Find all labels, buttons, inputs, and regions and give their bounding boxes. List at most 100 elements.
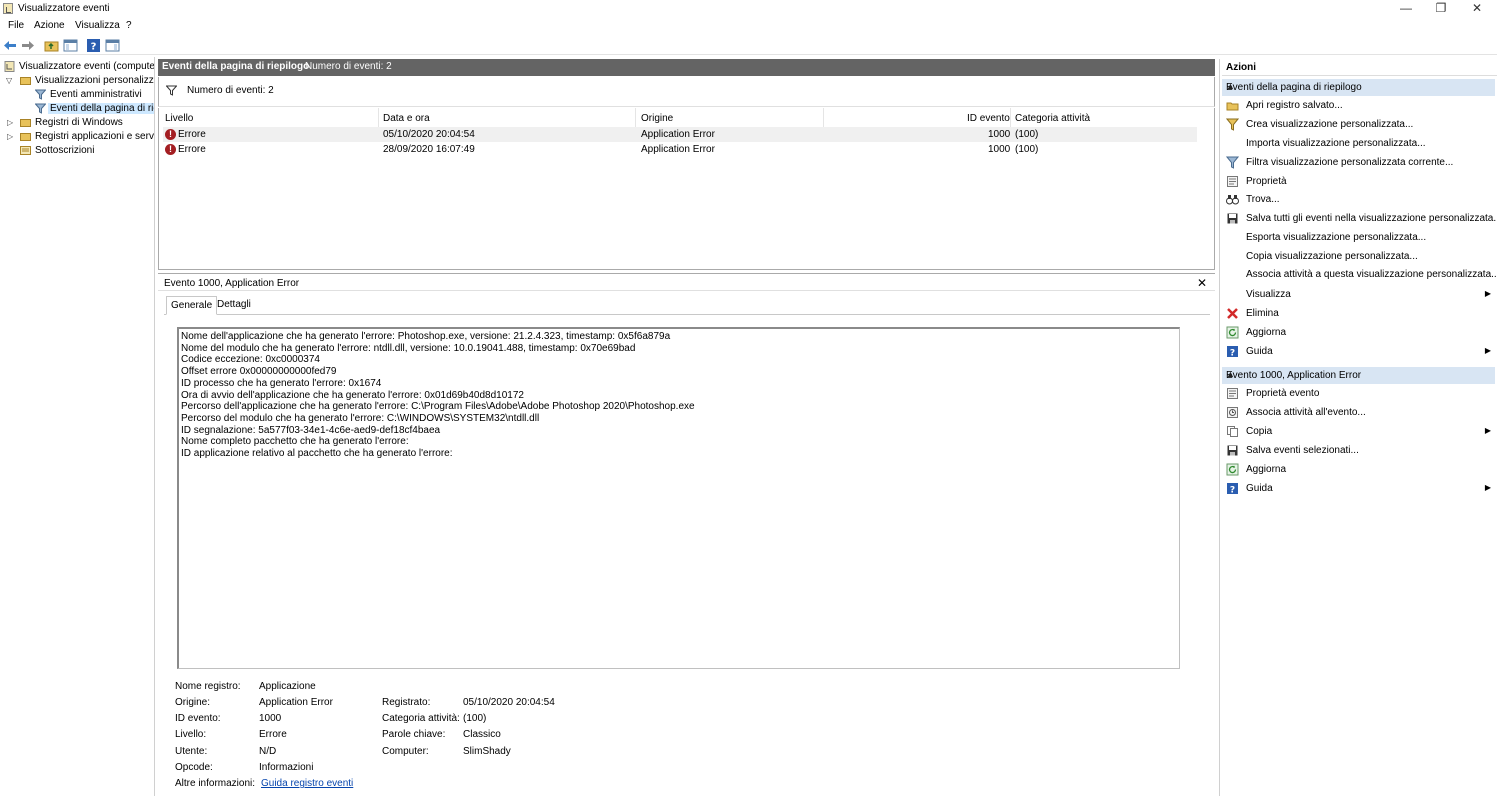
action-refresh[interactable]: Aggiorna (1222, 324, 1495, 342)
show-hide-action-pane-icon[interactable] (105, 38, 120, 53)
title-bar: Visualizzatore eventi — ❐ ✕ (0, 0, 1497, 18)
folder-icon (20, 133, 31, 141)
up-folder-icon[interactable] (44, 38, 59, 53)
error-icon: ! (165, 129, 176, 140)
chevron-down-icon[interactable]: ▽ (6, 76, 12, 85)
action-label: Copia (1246, 426, 1273, 437)
tree-summary-events-label: Eventi della pagina di riepilogo (48, 103, 154, 114)
back-arrow-icon[interactable] (3, 38, 18, 53)
action-refresh-event[interactable]: Aggiorna (1222, 461, 1495, 479)
task-category-value: (100) (463, 713, 487, 724)
chevron-right-icon[interactable]: ▷ (7, 118, 13, 127)
log-name-value: Applicazione (259, 681, 316, 692)
tree-subscriptions[interactable]: Sottoscrizioni (4, 144, 154, 158)
action-help[interactable]: ? Guida ▶ (1222, 343, 1495, 361)
maximize-button[interactable]: ❐ (1424, 0, 1458, 18)
action-save-all-events[interactable]: Salva tutti gli eventi nella visualizzaz… (1222, 210, 1497, 228)
table-row[interactable]: ! Errore 28/09/2020 16:07:49 Application… (163, 142, 1197, 157)
help-icon[interactable]: ? (86, 38, 101, 53)
svg-text:?: ? (91, 42, 97, 53)
actions-section-header-summary[interactable]: Eventi della pagina di riepilogo ▲ (1222, 79, 1495, 96)
action-properties[interactable]: Proprietà (1222, 173, 1495, 191)
action-copy[interactable]: Copia ▶ (1222, 423, 1495, 441)
tab-dettagli[interactable]: Dettagli (213, 296, 255, 315)
column-header-event-id[interactable]: ID evento (967, 113, 1010, 124)
column-header-source[interactable]: Origine (641, 113, 673, 124)
column-divider[interactable] (823, 108, 824, 127)
action-attach-task-to-event[interactable]: Associa attività all'evento... (1222, 404, 1495, 422)
more-info-label: Altre informazioni: (175, 778, 256, 789)
action-export-custom-view[interactable]: Esporta visualizzazione personalizzata..… (1222, 229, 1495, 247)
tree-windows-logs[interactable]: ▷ Registri di Windows (4, 116, 154, 130)
save-icon (1227, 445, 1238, 456)
description-line: ID processo che ha generato l'errore: 0x… (181, 377, 382, 389)
folder-icon (20, 119, 31, 127)
open-folder-icon (1226, 102, 1239, 111)
action-find[interactable]: Trova... (1222, 191, 1495, 209)
column-header-date[interactable]: Data e ora (383, 113, 430, 124)
column-header-level[interactable]: Livello (165, 113, 193, 124)
column-divider[interactable] (378, 108, 379, 127)
close-icon[interactable]: ✕ (1197, 276, 1207, 290)
action-filter-current-view[interactable]: Filtra visualizzazione personalizzata co… (1222, 154, 1495, 172)
computer-label: Computer: (382, 746, 429, 757)
menu-azione[interactable]: Azione (34, 20, 65, 31)
collapse-up-icon[interactable]: ▲ (1226, 369, 1491, 379)
logged-value: 05/10/2020 20:04:54 (463, 697, 555, 708)
event-description[interactable]: Nome dell'applicazione che ha generato l… (177, 327, 1180, 669)
source-value: Application Error (259, 697, 333, 708)
actions-section-header-event[interactable]: Evento 1000, Application Error ▲ (1222, 367, 1495, 384)
action-save-selected-events[interactable]: Salva eventi selezionati... (1222, 442, 1495, 460)
action-delete[interactable]: Elimina (1222, 305, 1495, 323)
action-label: Aggiorna (1246, 327, 1287, 338)
table-row[interactable]: ! Errore 05/10/2020 20:04:54 Application… (163, 127, 1197, 142)
event-detail-title: Evento 1000, Application Error (164, 278, 300, 289)
menu-help[interactable]: ? (126, 20, 132, 31)
action-import-custom-view[interactable]: Importa visualizzazione personalizzata..… (1222, 135, 1495, 153)
svg-text:?: ? (1230, 486, 1235, 496)
tree-app-logs[interactable]: ▷ Registri applicazioni e servizi (4, 130, 154, 144)
description-line: Offset errore 0x00000000000fed79 (181, 366, 337, 378)
show-hide-console-tree-icon[interactable] (63, 38, 78, 53)
column-divider[interactable] (635, 108, 636, 127)
collapse-up-icon[interactable]: ▲ (1226, 81, 1491, 91)
action-attach-task-to-view[interactable]: Associa attività a questa visualizzazion… (1222, 266, 1497, 284)
tree-admin-events[interactable]: Eventi amministrativi (4, 88, 154, 102)
submenu-arrow-icon: ▶ (1484, 426, 1491, 435)
cell-date: 05/10/2020 20:04:54 (383, 129, 475, 140)
events-table: Livello Data e ora Origine ID evento Cat… (158, 108, 1215, 270)
event-viewer-icon (4, 61, 15, 72)
action-copy-custom-view[interactable]: Copia visualizzazione personalizzata... (1222, 248, 1495, 266)
minimize-button[interactable]: — (1389, 0, 1423, 18)
event-id-label: ID evento: (175, 713, 221, 724)
column-header-category[interactable]: Categoria attività (1015, 113, 1090, 124)
column-divider[interactable] (1010, 108, 1011, 127)
action-label: Guida (1246, 346, 1273, 357)
action-label: Proprietà evento (1246, 388, 1320, 399)
filter-count: Numero di eventi: 2 (187, 85, 274, 96)
menu-visualizza[interactable]: Visualizza (75, 20, 120, 31)
task-scheduler-icon (1227, 407, 1238, 418)
action-view-submenu[interactable]: Visualizza ▶ (1222, 286, 1495, 304)
forward-arrow-icon[interactable] (20, 38, 35, 53)
tree-custom-views[interactable]: ▽ Visualizzazioni personalizzate (4, 74, 154, 88)
action-create-custom-view[interactable]: Crea visualizzazione personalizzata... (1222, 116, 1495, 134)
action-open-saved-log[interactable]: Apri registro salvato... (1222, 97, 1495, 115)
tab-generale[interactable]: Generale (166, 296, 218, 315)
action-event-properties[interactable]: Proprietà evento (1222, 385, 1495, 403)
center-pane: Eventi della pagina di riepilogo Numero … (157, 59, 1216, 796)
chevron-right-icon[interactable]: ▷ (7, 132, 13, 141)
event-log-help-link[interactable]: Guida registro eventi (261, 778, 353, 789)
action-help-event[interactable]: ? Guida ▶ (1222, 480, 1495, 498)
tree-root[interactable]: Visualizzatore eventi (computer (4, 60, 154, 74)
action-label: Salva tutti gli eventi nella visualizzaz… (1246, 213, 1497, 224)
close-button[interactable]: ✕ (1460, 0, 1494, 18)
cell-event-id: 1000 (988, 144, 1011, 155)
filter-icon (35, 89, 46, 100)
action-label: Proprietà (1246, 176, 1287, 187)
menu-file[interactable]: File (8, 20, 24, 31)
cell-category: (100) (1015, 129, 1039, 140)
logged-label: Registrato: (382, 697, 431, 708)
console-tree: Visualizzatore eventi (computer ▽ Visual… (0, 57, 155, 796)
tree-summary-events[interactable]: Eventi della pagina di riepilogo (4, 102, 154, 116)
